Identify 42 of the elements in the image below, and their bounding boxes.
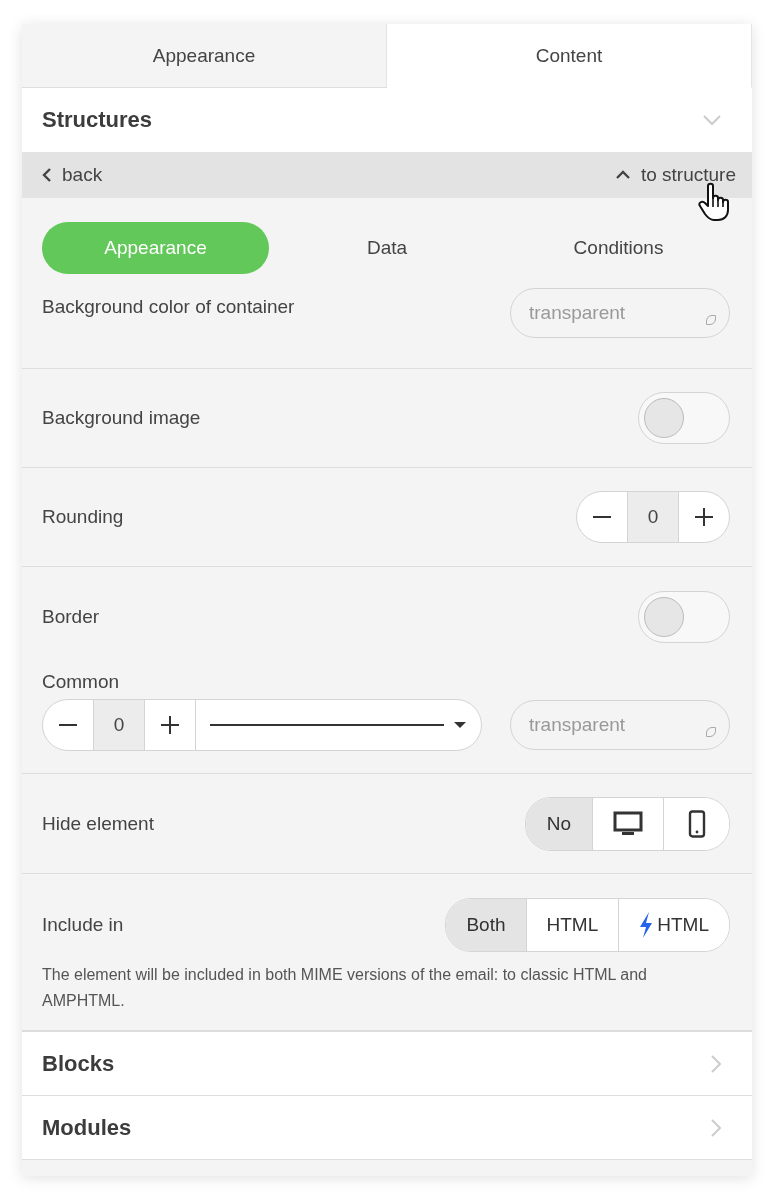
chevron-down-icon	[702, 114, 722, 126]
color-field[interactable]: transparent	[510, 700, 730, 750]
chevron-right-icon	[710, 1053, 722, 1074]
section-header[interactable]: Blocks	[22, 1031, 752, 1095]
desktop-icon	[613, 810, 643, 837]
setting-label: Background image	[42, 407, 201, 429]
section-header[interactable]: Modules	[22, 1095, 752, 1159]
setting-label: Background color of container	[42, 295, 295, 318]
chevron-left-icon	[42, 167, 52, 183]
resize-grip-icon	[706, 727, 716, 737]
sub-tab[interactable]: Conditions	[505, 222, 732, 274]
setting-label: Hide element	[42, 812, 154, 835]
help-text: The element will be included in both MIME versions of the email: to classic HTML and AMPHTML.	[42, 965, 648, 1011]
lightning-icon	[639, 912, 654, 938]
stepper-value: 0	[93, 700, 145, 750]
segment-option[interactable]	[663, 797, 729, 850]
color-field[interactable]: transparent	[510, 288, 730, 338]
mobile-icon	[687, 809, 706, 838]
section-header[interactable]: Structures	[22, 88, 752, 152]
setting-label: Rounding	[42, 506, 124, 528]
segment-option[interactable]: Both	[446, 899, 526, 951]
panel-tab[interactable]: Content	[387, 24, 752, 88]
sub-tab[interactable]: Data	[273, 222, 501, 274]
toggle-switch[interactable]	[638, 591, 730, 643]
border-width-control[interactable]: 0	[42, 699, 482, 751]
stepper-value: 0	[627, 492, 679, 542]
chevron-right-icon	[710, 1117, 722, 1138]
segment-option[interactable]: HTML	[618, 899, 729, 951]
setting-label: Border	[42, 606, 100, 628]
panel-tab[interactable]: Appearance	[22, 24, 387, 88]
hand-cursor-icon	[698, 182, 732, 222]
resize-grip-icon	[706, 315, 716, 325]
section-title: Structures	[42, 107, 153, 133]
chevron-up-icon	[614, 170, 631, 180]
back-link[interactable]: back	[42, 164, 103, 186]
setting-label: Include in	[42, 914, 124, 936]
section-title: Blocks	[42, 1050, 115, 1077]
setting-label: Common	[42, 670, 121, 694]
segment-option[interactable]: No	[526, 797, 592, 850]
toggle-switch[interactable]	[638, 392, 730, 444]
number-stepper[interactable]: 0	[576, 491, 730, 543]
section-title: Modules	[42, 1114, 132, 1141]
